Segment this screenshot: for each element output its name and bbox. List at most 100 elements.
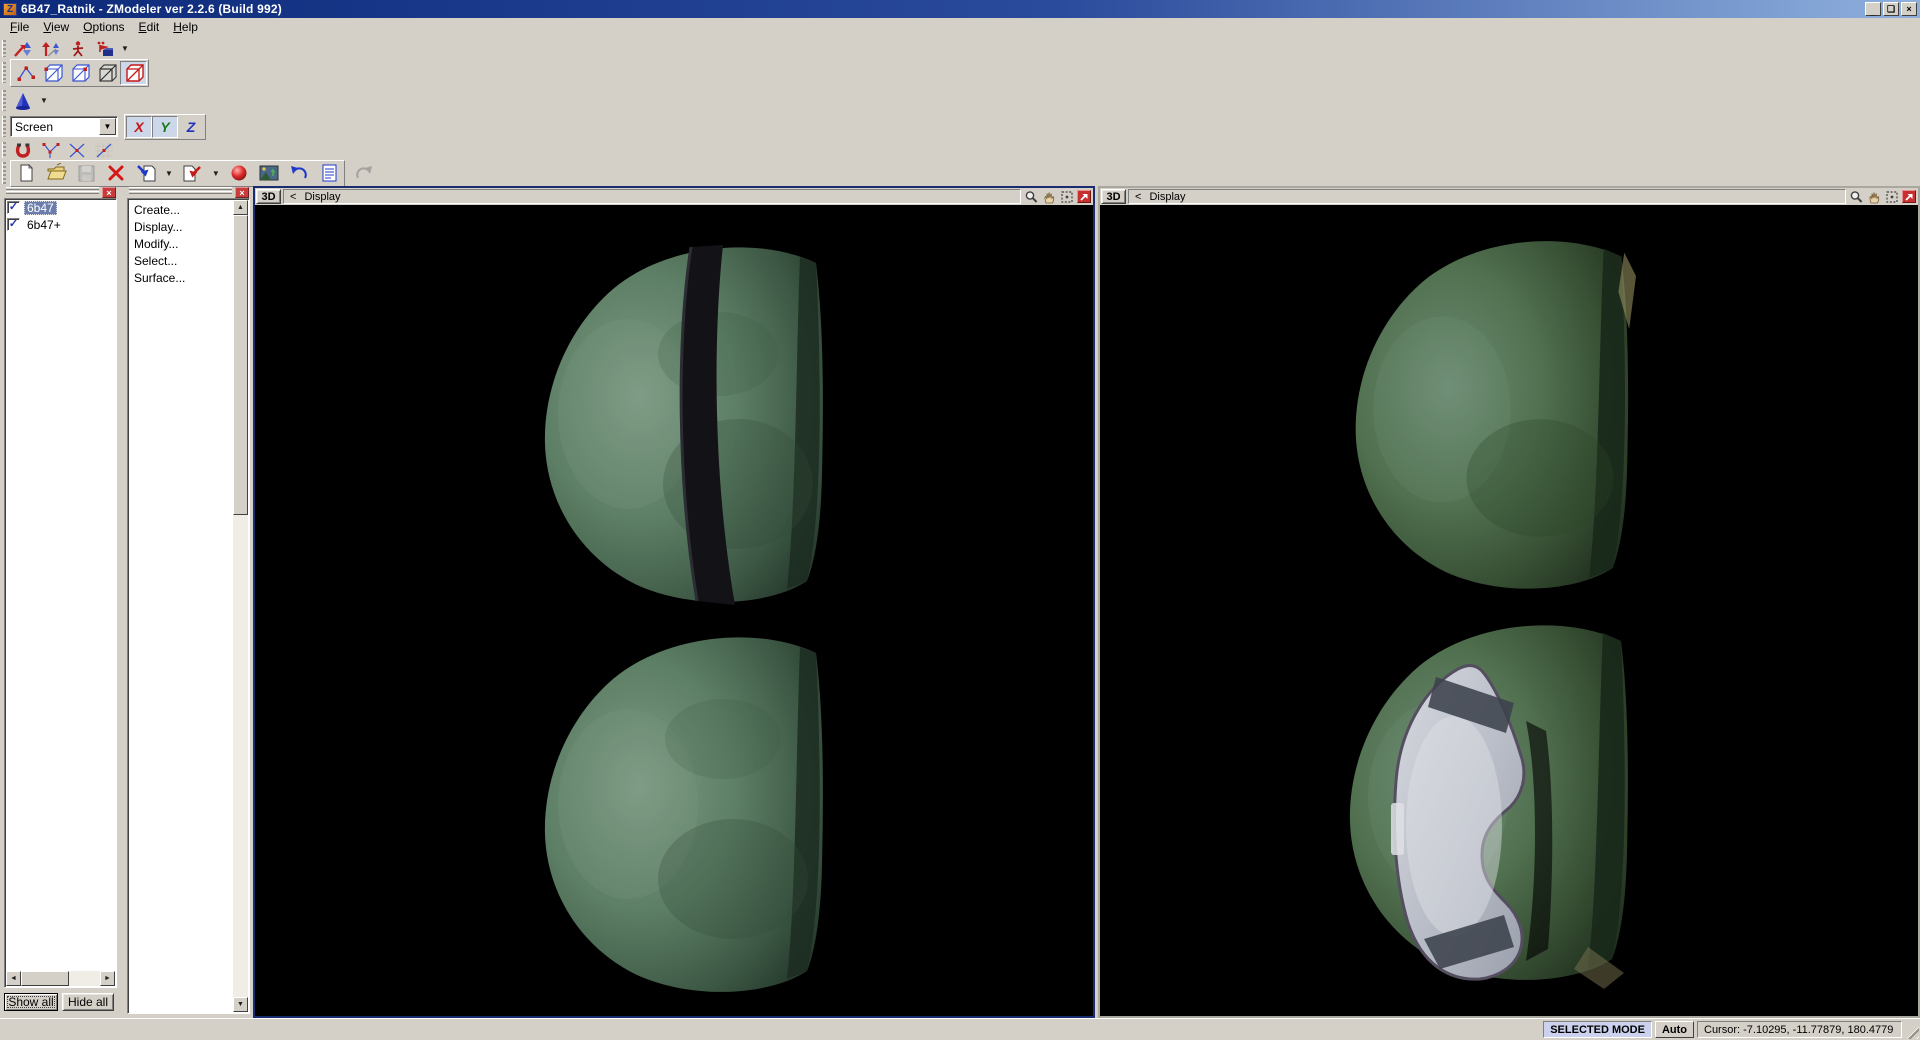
command-panel-close-button[interactable]: × <box>235 187 249 198</box>
close-button[interactable]: × <box>1901 2 1917 16</box>
scene-panel-header[interactable]: × <box>4 187 117 198</box>
viewport-shading-label[interactable]: Display <box>1149 191 1185 203</box>
toolbar-gripper[interactable] <box>2 142 6 158</box>
mesh-level-button[interactable] <box>93 61 120 85</box>
viewport-left[interactable]: 3D < Display <box>253 186 1095 1018</box>
pan-tool-button[interactable] <box>1866 190 1882 204</box>
toolbar-gripper[interactable] <box>2 90 6 111</box>
scale-tool-button[interactable] <box>10 39 37 59</box>
script-log-button[interactable] <box>316 162 343 185</box>
viewport-shading-label[interactable]: Display <box>304 191 340 203</box>
auto-mode-button[interactable]: Auto <box>1654 1021 1694 1038</box>
viewport-right[interactable]: 3D < Display <box>1098 186 1920 1018</box>
scene-horizontal-scrollbar[interactable]: ◄ ► <box>6 971 115 986</box>
vertices-level-button[interactable] <box>12 61 39 85</box>
magnet-button[interactable] <box>10 141 37 160</box>
scroll-right-button[interactable]: ► <box>100 971 115 986</box>
scene-panel-close-button[interactable]: × <box>102 187 116 198</box>
orbit-tool-button[interactable] <box>1059 190 1075 204</box>
viewport-mode-button[interactable]: 3D <box>256 189 281 204</box>
texture-browser-button[interactable] <box>256 162 283 185</box>
command-select[interactable]: Select... <box>128 252 249 269</box>
command-panel-header[interactable]: × <box>127 187 250 198</box>
scrollbar-thumb[interactable] <box>21 971 69 986</box>
polygons-level-button[interactable] <box>66 61 93 85</box>
scrollbar-thumb[interactable] <box>233 215 248 515</box>
resize-grip[interactable] <box>1905 1025 1919 1039</box>
coordinate-space-combobox[interactable]: Screen ▼ <box>10 116 118 137</box>
command-vertical-scrollbar[interactable]: ▲ ▼ <box>233 200 248 1012</box>
minimize-button[interactable]: _ <box>1865 2 1881 17</box>
break-vertices-button[interactable] <box>64 141 91 160</box>
import-button[interactable] <box>132 162 159 185</box>
command-surface[interactable]: Surface... <box>128 269 249 286</box>
scene-item-6b47plus[interactable]: ✓ 6b47+ <box>5 216 116 233</box>
scroll-down-button[interactable]: ▼ <box>233 997 248 1012</box>
viewport-display-bar[interactable]: < Display <box>1128 189 1846 204</box>
pin-tool-button[interactable] <box>37 39 64 59</box>
toolbar-file: ▼ ▼ <box>0 159 378 187</box>
coordinate-space-value: Screen <box>15 119 54 134</box>
command-create[interactable]: Create... <box>128 201 249 218</box>
viewport-left-canvas[interactable] <box>255 205 1093 1016</box>
menu-help[interactable]: Help <box>166 18 205 37</box>
maximize-viewport-button[interactable] <box>1077 190 1091 203</box>
flag-settings-button[interactable] <box>91 39 118 59</box>
objects-level-button[interactable] <box>120 60 147 85</box>
axis-x-toggle[interactable]: X <box>126 115 152 138</box>
menu-edit[interactable]: Edit <box>132 18 167 37</box>
toolbar-gripper[interactable] <box>2 40 6 57</box>
orbit-tool-button[interactable] <box>1884 190 1900 204</box>
scene-item-label[interactable]: 6b47 <box>24 200 57 215</box>
delete-button[interactable] <box>102 162 129 185</box>
viewport-display-bar[interactable]: < Display <box>283 189 1021 204</box>
primitives-dropdown-arrow[interactable]: ▼ <box>37 96 51 105</box>
edges-level-button[interactable] <box>39 61 66 85</box>
hide-all-button[interactable]: Hide all <box>62 993 114 1011</box>
zoom-tool-button[interactable] <box>1848 190 1864 204</box>
menu-options[interactable]: Options <box>76 18 131 37</box>
snap-grid-button[interactable] <box>91 141 118 160</box>
minimize-icon: _ <box>1870 7 1876 17</box>
material-editor-button[interactable] <box>226 162 253 185</box>
checkbox-checked-icon[interactable]: ✓ <box>7 218 20 231</box>
import-dropdown-arrow[interactable]: ▼ <box>162 169 176 178</box>
command-modify[interactable]: Modify... <box>128 235 249 252</box>
open-file-button[interactable] <box>42 162 69 185</box>
scene-tree-list[interactable]: ✓ 6b47 ✓ 6b47+ ◄ ► <box>4 198 117 988</box>
scroll-left-button[interactable]: ◄ <box>6 971 21 986</box>
checkbox-checked-icon[interactable]: ✓ <box>7 201 20 214</box>
weld-vertices-button[interactable] <box>37 141 64 160</box>
viewport-right-canvas[interactable] <box>1100 205 1918 1016</box>
back-arrow[interactable]: < <box>290 191 296 203</box>
scroll-up-button[interactable]: ▲ <box>233 200 248 215</box>
zoom-tool-button[interactable] <box>1023 190 1039 204</box>
export-dropdown-arrow[interactable]: ▼ <box>209 169 223 178</box>
back-arrow[interactable]: < <box>1135 191 1141 203</box>
toolbar-gripper[interactable] <box>2 62 6 83</box>
viewport-left-header: 3D < Display <box>255 188 1093 205</box>
toolbar-gripper[interactable] <box>2 162 6 184</box>
scene-item-label[interactable]: 6b47+ <box>24 218 64 232</box>
scene-item-6b47[interactable]: ✓ 6b47 <box>5 199 116 216</box>
axis-y-toggle[interactable]: Y <box>152 115 178 138</box>
viewport-mode-button[interactable]: 3D <box>1101 189 1126 204</box>
modes-dropdown-arrow[interactable]: ▼ <box>118 44 132 53</box>
redo-button[interactable] <box>351 162 378 185</box>
new-file-button[interactable] <box>12 162 39 185</box>
figure-tool-button[interactable] <box>64 39 91 59</box>
command-display[interactable]: Display... <box>128 218 249 235</box>
restore-button[interactable]: ❏ <box>1883 2 1899 16</box>
show-all-button[interactable]: Show all <box>4 993 58 1011</box>
toolbar-gripper[interactable] <box>2 116 6 137</box>
undo-button[interactable] <box>286 162 313 185</box>
maximize-viewport-button[interactable] <box>1902 190 1916 203</box>
menu-view[interactable]: View <box>36 18 76 37</box>
export-button[interactable] <box>179 162 206 185</box>
menu-file[interactable]: File <box>3 18 36 37</box>
cone-button[interactable] <box>10 89 37 113</box>
axis-z-toggle[interactable]: Z <box>178 116 204 138</box>
pan-tool-button[interactable] <box>1041 190 1057 204</box>
save-button[interactable] <box>72 162 99 185</box>
combobox-dropdown-button[interactable]: ▼ <box>99 118 116 135</box>
